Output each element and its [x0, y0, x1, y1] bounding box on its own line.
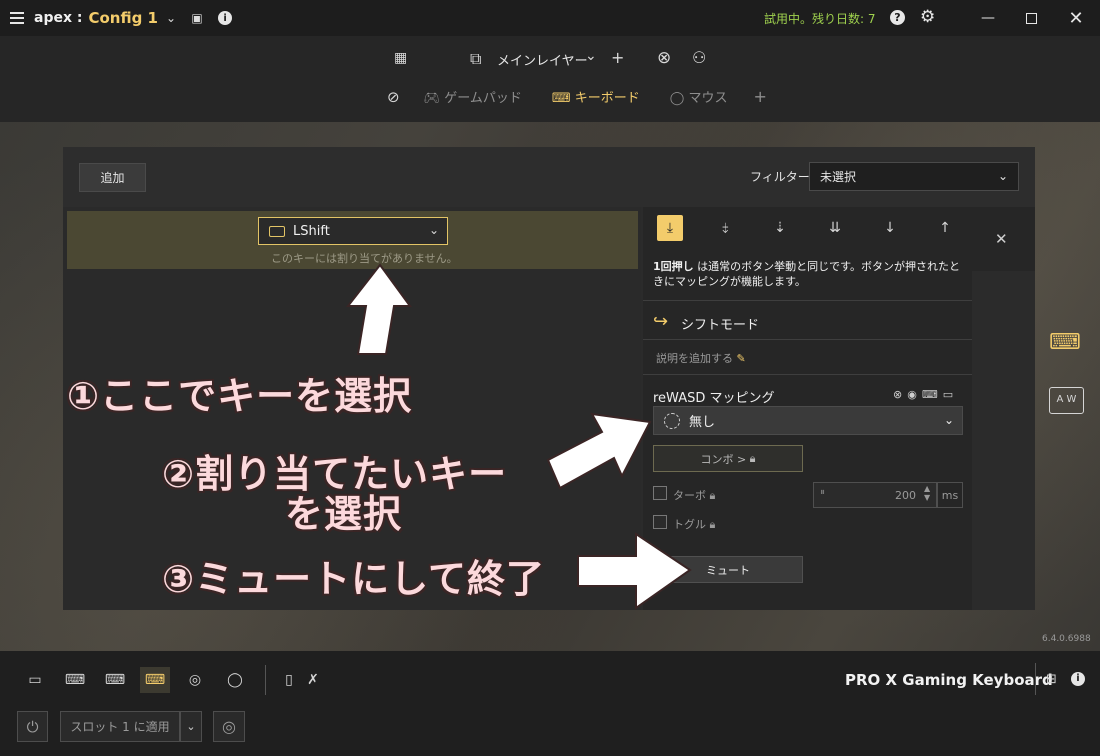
power-icon[interactable]: ⏻	[17, 711, 48, 742]
version-label: 6.4.0.6988	[1042, 634, 1091, 644]
keyboard-icon[interactable]: ⌨	[60, 667, 90, 693]
divider	[265, 665, 266, 695]
info-icon[interactable]: i	[1071, 672, 1085, 686]
mouse-icon[interactable]: ◯	[220, 667, 250, 693]
virtual-device-icon[interactable]: ✗	[298, 667, 328, 693]
annotation-step3: ③ミュートにして終了	[162, 557, 546, 601]
device-name: PRO X Gaming Keyboard	[845, 671, 1053, 689]
annotation-step2-line2: を選択	[285, 492, 403, 536]
chevron-down-icon[interactable]: ⌄	[180, 711, 202, 742]
mouse-icon[interactable]: ◎	[180, 667, 210, 693]
arrow-right	[577, 532, 692, 610]
keyboard-icon[interactable]: ⌨	[140, 667, 170, 693]
apply-slot-button[interactable]: スロット 1 に適用	[60, 711, 180, 742]
target-icon[interactable]: ◎	[213, 711, 245, 742]
keyboard-icon[interactable]: ⌨	[100, 667, 130, 693]
arrow-diagonal	[546, 412, 652, 490]
gamepad-icon[interactable]: ▭	[20, 667, 50, 693]
add-device-icon[interactable]: ⊞	[1046, 672, 1057, 687]
divider	[1035, 663, 1036, 695]
annotation-step1: ①ここでキーを選択	[67, 374, 413, 418]
arrow-up	[345, 263, 412, 355]
